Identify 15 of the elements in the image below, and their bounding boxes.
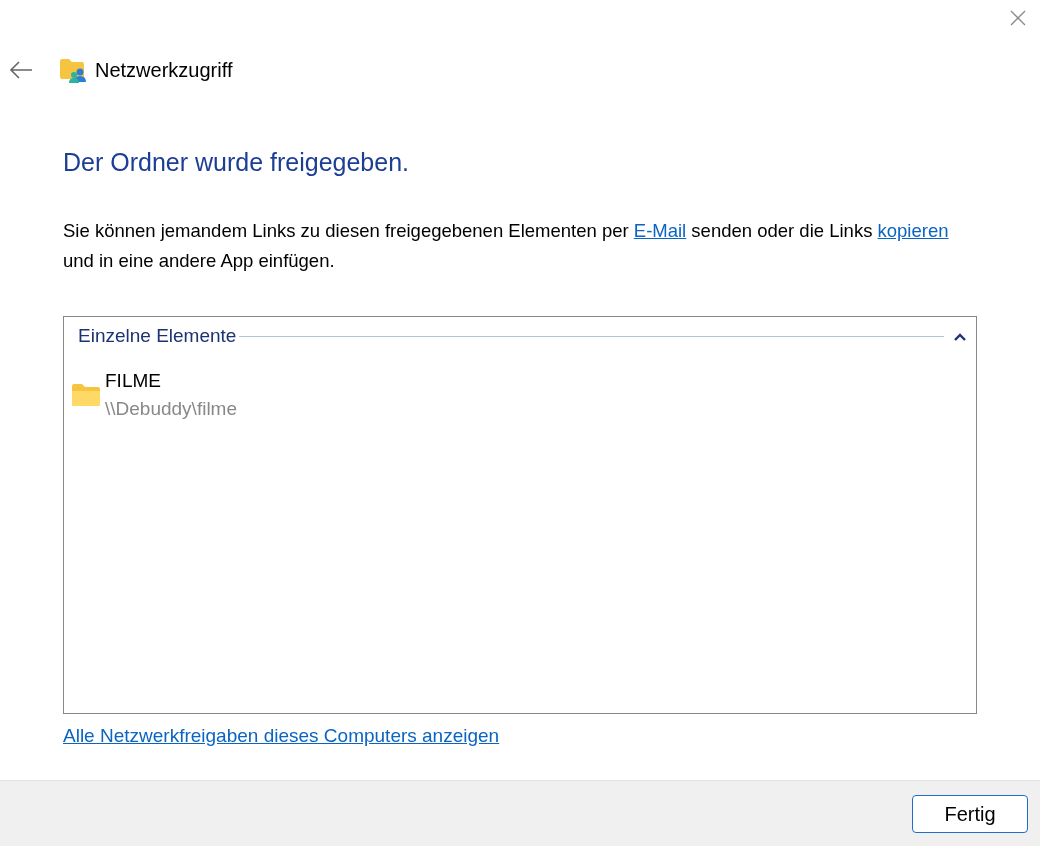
link[interactable]: E-Mail — [633, 219, 687, 241]
folder-icon — [71, 382, 101, 407]
chevron-up-icon — [954, 332, 966, 341]
window-title: Netzwerkzugriff — [95, 58, 233, 83]
item-path: \\Debuddy\filme — [105, 396, 237, 421]
item-name: FILME — [105, 368, 162, 393]
link[interactable]: kopieren — [877, 219, 949, 241]
close-icon — [1010, 10, 1026, 26]
done-button[interactable]: Fertig — [912, 794, 1028, 833]
show-all-shares-link[interactable]: Alle Netzwerkfreigaben dieses Computers anzeigen — [63, 724, 500, 746]
group-title: Einzelne Elemente — [78, 324, 237, 349]
shared-folder-icon — [59, 57, 87, 83]
description-text: Sie können jemandem Links zu diesen freigegebenen Elementen per E-Mail senden oder die Links kopieren und in eine andere App einfügen. — [63, 218, 950, 273]
heading: Der Ordner wurde freigegeben. — [63, 147, 411, 178]
back-arrow-icon — [9, 61, 33, 79]
